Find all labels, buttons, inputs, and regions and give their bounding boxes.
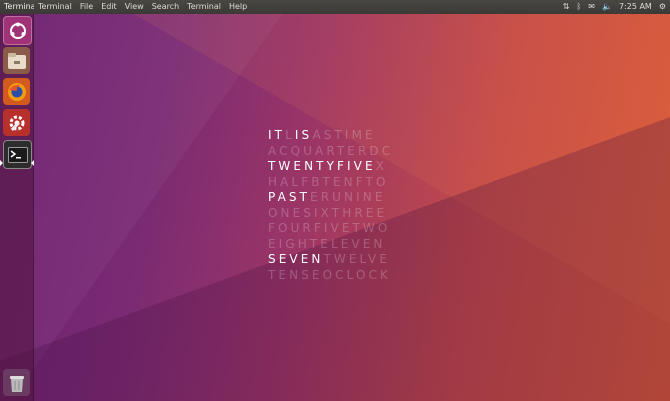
- clock-row: SEVENTWELVE: [268, 252, 393, 268]
- app-name: Terminal: [4, 2, 34, 11]
- clock-filler: X: [375, 159, 387, 173]
- running-indicator: [0, 160, 3, 166]
- clock-filler: ASTIME: [312, 128, 376, 142]
- gear-icon[interactable]: ⚙: [659, 0, 666, 14]
- menu-file[interactable]: File: [76, 0, 97, 14]
- clock-filler: TENSEOCLOCK: [268, 267, 391, 282]
- clock-row: ONESIXTHREE: [268, 206, 393, 222]
- launcher: [0, 14, 34, 401]
- clock-filler: EIGHTELEVEN: [268, 236, 386, 251]
- clock-row: TENSEOCLOCK: [268, 268, 393, 284]
- mail-icon[interactable]: ✉: [588, 0, 595, 14]
- volume-icon[interactable]: 🔈: [602, 0, 612, 14]
- menu-search[interactable]: Search: [148, 0, 183, 14]
- menu-help[interactable]: Help: [225, 0, 251, 14]
- clock-time[interactable]: 7:25 AM: [619, 0, 652, 14]
- clock-filler: FOURFIVETWO: [268, 221, 391, 235]
- menu-edit[interactable]: Edit: [97, 0, 121, 14]
- top-panel: Terminal Terminal File Edit View Search …: [0, 0, 670, 14]
- files-icon[interactable]: [3, 47, 30, 74]
- firefox-icon[interactable]: [3, 78, 30, 105]
- clock-filler: ONESIXTHREE: [268, 205, 388, 220]
- clock-word: IS: [294, 128, 313, 142]
- menu-bar: Terminal File Edit View Search Terminal …: [34, 0, 251, 14]
- clock-row: ITLISASTIME: [268, 128, 393, 144]
- clock-row: ACQUARTERDC: [268, 144, 393, 160]
- menu-terminal[interactable]: Terminal: [34, 0, 76, 14]
- clock-row: HALFBTENFTO: [268, 175, 393, 191]
- clock-row: FOURFIVETWO: [268, 221, 393, 237]
- clock-row: EIGHTELEVEN: [268, 237, 393, 253]
- clock-row: PASTERUNINE: [268, 190, 393, 206]
- indicator-area: ⇅ ᛒ ✉ 🔈 7:25 AM ⚙: [563, 0, 670, 14]
- terminal-icon[interactable]: [3, 140, 32, 169]
- clock-word: IT: [268, 128, 286, 142]
- clock-filler: HALFBTENFTO: [268, 174, 389, 189]
- clock-word: SEVEN: [268, 252, 324, 266]
- menu-terminal-2[interactable]: Terminal: [183, 0, 225, 14]
- clock-filler: L: [285, 128, 295, 142]
- clock-filler: TWELVE: [323, 252, 391, 266]
- active-window-arrow: [31, 160, 34, 166]
- network-icon[interactable]: ⇅: [563, 0, 570, 14]
- clock-filler: ACQUARTERDC: [268, 143, 394, 158]
- bluetooth-icon[interactable]: ᛒ: [576, 0, 581, 14]
- menu-view[interactable]: View: [121, 0, 148, 14]
- clock-word: PAST: [268, 190, 311, 204]
- clock-word: TWENTYFIVE: [268, 159, 376, 173]
- dash-icon[interactable]: [3, 16, 32, 45]
- word-clock: ITLISASTIME ACQUARTERDC TWENTYFIVEX HALF…: [268, 128, 393, 283]
- software-icon[interactable]: [3, 109, 30, 136]
- clock-row: TWENTYFIVEX: [268, 159, 393, 175]
- clock-filler: ERUNINE: [310, 190, 386, 204]
- trash-icon[interactable]: [3, 369, 30, 396]
